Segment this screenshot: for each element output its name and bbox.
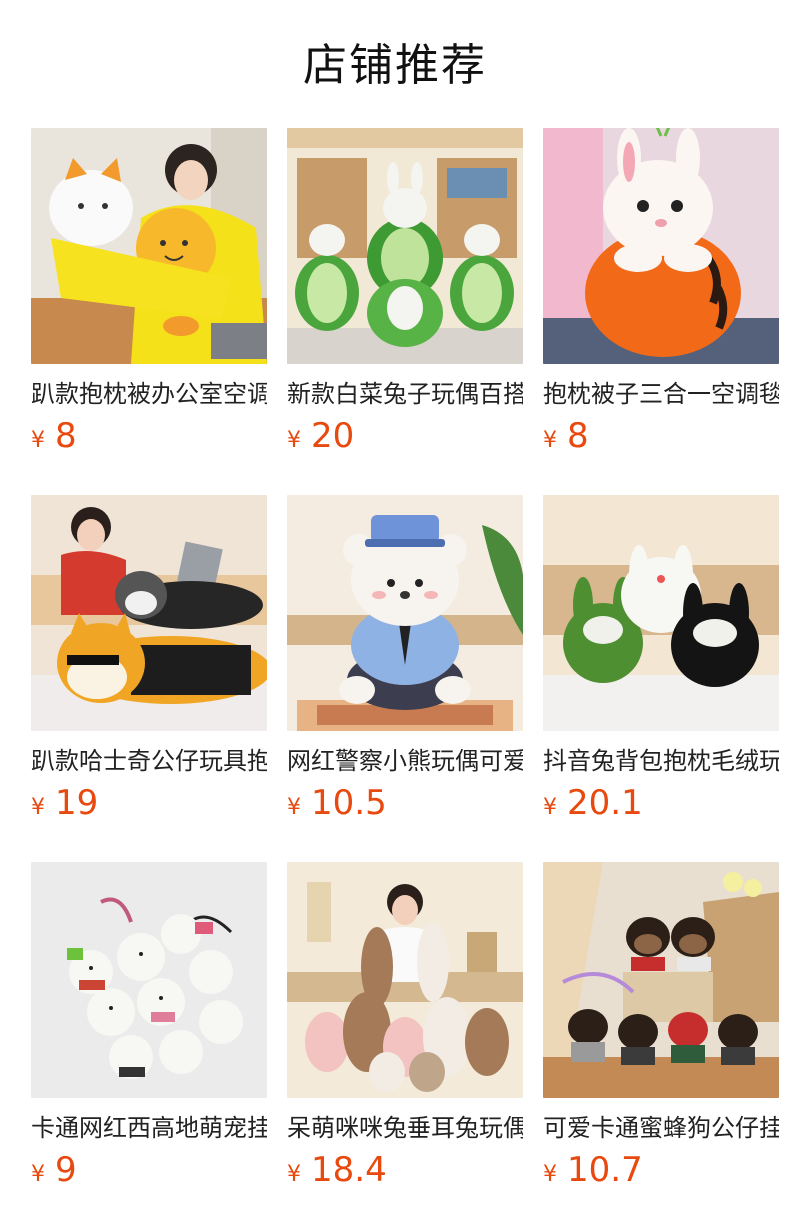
- product-price: ¥20: [287, 416, 523, 460]
- product-name[interactable]: 趴款哈士奇公仔玩具抱枕: [31, 745, 267, 777]
- currency-symbol: ¥: [287, 795, 301, 820]
- product-price: ¥9: [31, 1150, 267, 1194]
- product-image[interactable]: [31, 862, 267, 1098]
- product-name[interactable]: 可爱卡通蜜蜂狗公仔挂件: [543, 1112, 779, 1144]
- price-amount: 8: [567, 416, 589, 456]
- product-image[interactable]: [543, 128, 779, 364]
- price-amount: 19: [55, 783, 99, 823]
- price-amount: 8: [55, 416, 77, 456]
- currency-symbol: ¥: [31, 428, 45, 453]
- product-card[interactable]: 新款白菜兔子玩偶百搭 ¥20: [287, 128, 523, 460]
- currency-symbol: ¥: [287, 428, 301, 453]
- product-image[interactable]: [31, 128, 267, 364]
- product-price: ¥18.4: [287, 1150, 523, 1194]
- product-price: ¥20.1: [543, 783, 779, 827]
- currency-symbol: ¥: [543, 795, 557, 820]
- currency-symbol: ¥: [543, 1162, 557, 1187]
- product-name[interactable]: 新款白菜兔子玩偶百搭: [287, 378, 523, 410]
- currency-symbol: ¥: [543, 428, 557, 453]
- price-amount: 20: [311, 416, 355, 456]
- product-image[interactable]: [287, 862, 523, 1098]
- currency-symbol: ¥: [31, 795, 45, 820]
- product-image[interactable]: [287, 128, 523, 364]
- product-name[interactable]: 趴款抱枕被办公室空调毯: [31, 378, 267, 410]
- currency-symbol: ¥: [287, 1162, 301, 1187]
- product-card[interactable]: 趴款抱枕被办公室空调毯 ¥8: [31, 128, 267, 460]
- product-image[interactable]: [543, 495, 779, 731]
- product-card[interactable]: 抖音兔背包抱枕毛绒玩具 ¥20.1: [543, 495, 779, 827]
- product-image[interactable]: [543, 862, 779, 1098]
- product-price: ¥19: [31, 783, 267, 827]
- product-name[interactable]: 卡通网红西高地萌宠挂件: [31, 1112, 267, 1144]
- product-card[interactable]: 网红警察小熊玩偶可爱 ¥10.5: [287, 495, 523, 827]
- product-price: ¥10.7: [543, 1150, 779, 1194]
- product-card[interactable]: 抱枕被子三合一空调毯 ¥8: [543, 128, 779, 460]
- product-card[interactable]: 趴款哈士奇公仔玩具抱枕 ¥19: [31, 495, 267, 827]
- product-price: ¥10.5: [287, 783, 523, 827]
- product-card[interactable]: 可爱卡通蜜蜂狗公仔挂件 ¥10.7: [543, 862, 779, 1194]
- product-name[interactable]: 抱枕被子三合一空调毯: [543, 378, 779, 410]
- product-name[interactable]: 抖音兔背包抱枕毛绒玩具: [543, 745, 779, 777]
- currency-symbol: ¥: [31, 1162, 45, 1187]
- product-name[interactable]: 呆萌咪咪兔垂耳兔玩偶: [287, 1112, 523, 1144]
- price-amount: 18.4: [311, 1150, 387, 1190]
- product-card[interactable]: 卡通网红西高地萌宠挂件 ¥9: [31, 862, 267, 1194]
- product-image[interactable]: [287, 495, 523, 731]
- price-amount: 10.5: [311, 783, 387, 823]
- product-card[interactable]: 呆萌咪咪兔垂耳兔玩偶 ¥18.4: [287, 862, 523, 1194]
- product-price: ¥8: [31, 416, 267, 460]
- price-amount: 20.1: [567, 783, 643, 823]
- price-amount: 9: [55, 1150, 77, 1190]
- price-amount: 10.7: [567, 1150, 643, 1190]
- product-price: ¥8: [543, 416, 779, 460]
- product-name[interactable]: 网红警察小熊玩偶可爱: [287, 745, 523, 777]
- section-title: 店铺推荐: [303, 40, 487, 91]
- product-image[interactable]: [31, 495, 267, 731]
